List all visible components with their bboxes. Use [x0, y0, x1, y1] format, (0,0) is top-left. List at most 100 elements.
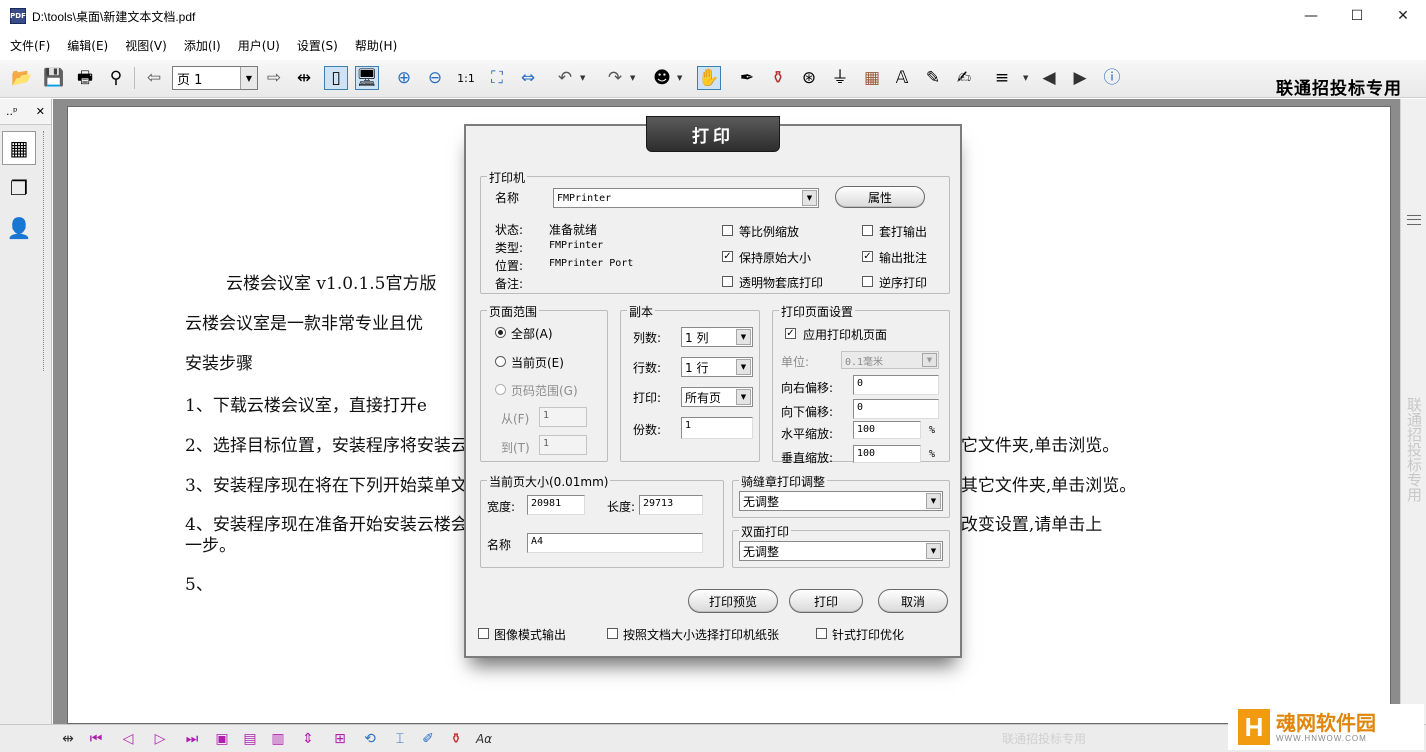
prev-page-icon[interactable]: ◁ [118, 729, 138, 749]
rows-select[interactable]: 1 行 ▼ [681, 357, 753, 377]
last-page-icon[interactable]: ⏭ [182, 729, 202, 749]
width-input[interactable]: 20981 [527, 495, 585, 515]
fit-page-icon[interactable]: ⛶ [485, 66, 509, 90]
menu-lines-icon[interactable]: ≡ [990, 66, 1014, 90]
save-icon[interactable]: 💾 [42, 66, 66, 90]
stamp-icon[interactable]: ⚱ [766, 66, 790, 90]
v-scale-input[interactable]: 100 [853, 445, 921, 463]
pages-icon[interactable]: ❐ [2, 171, 36, 205]
user-dropdown-icon[interactable]: ▼ [677, 74, 685, 82]
saddle-stamp-select[interactable]: 无调整 ▼ [739, 491, 943, 511]
chevron-down-icon[interactable]: ▼ [926, 543, 941, 559]
fit-width-icon[interactable]: ⇹ [292, 66, 316, 90]
transparent-overlay-checkbox[interactable] [722, 276, 733, 287]
image-mode-checkbox[interactable] [478, 628, 489, 639]
chevron-down-icon[interactable]: ▼ [736, 389, 751, 405]
user-face-icon[interactable]: ☻ [650, 66, 674, 90]
undo-icon[interactable]: ↶ [553, 66, 577, 90]
right-offset-input[interactable]: 0 [853, 375, 939, 395]
actual-size-icon[interactable]: 1:1 [454, 66, 478, 90]
print-button[interactable]: 打印 [789, 589, 863, 613]
chevron-down-icon[interactable]: ▼ [736, 359, 751, 375]
minimize-button[interactable]: — [1288, 0, 1334, 32]
hand-tool-icon[interactable]: ✋ [697, 66, 721, 90]
menu-file[interactable]: 文件(F) [10, 37, 50, 54]
back-icon[interactable]: ◀ [1037, 66, 1061, 90]
menu-edit[interactable]: 编辑(E) [67, 37, 108, 54]
current-page-radio[interactable] [495, 356, 506, 367]
chevron-down-icon[interactable]: ▼ [922, 353, 937, 367]
overlay-output-checkbox[interactable] [862, 225, 873, 236]
menu-settings[interactable]: 设置(S) [297, 37, 338, 54]
print-preview-button[interactable]: 打印预览 [688, 589, 778, 613]
fit-width-arrows-icon[interactable]: ⇔ [516, 66, 540, 90]
texture-icon[interactable]: ▦ [860, 66, 884, 90]
screen-view-icon[interactable]: 🖥 [355, 66, 379, 90]
h-scale-input[interactable]: 100 [853, 421, 921, 439]
maximize-button[interactable]: ☐ [1334, 0, 1380, 32]
keep-original-size-checkbox[interactable]: ✓ [722, 251, 733, 262]
down-offset-input[interactable]: 0 [853, 399, 939, 419]
text-select-icon[interactable]: ⌶ [390, 729, 410, 749]
menu-lines-dropdown-icon[interactable]: ▼ [1023, 74, 1031, 82]
properties-button[interactable]: 属性 [835, 186, 925, 208]
redo-dropdown-icon[interactable]: ▼ [630, 74, 638, 82]
next-page-icon[interactable]: ▷ [150, 729, 170, 749]
zoom-out-icon[interactable]: ⊖ [423, 66, 447, 90]
unit-select[interactable]: 0.1毫米 ▼ [841, 351, 939, 369]
menu-user[interactable]: 用户(U) [238, 37, 280, 54]
rotate-icon[interactable]: ⟲ [360, 729, 380, 749]
to-page-input[interactable]: 1 [539, 435, 587, 455]
paper-name-input[interactable]: A4 [527, 533, 703, 553]
columns-select[interactable]: 1 列 ▼ [681, 327, 753, 347]
chevron-down-icon[interactable]: ▼ [240, 67, 257, 89]
next-page-icon[interactable]: ⇨ [262, 66, 286, 90]
scroll-grip-icon[interactable] [1407, 215, 1421, 225]
print-pages-select[interactable]: 所有页 ▼ [681, 387, 753, 407]
thumbnails-icon[interactable]: ▦ [2, 131, 36, 165]
vertical-scrollbar[interactable]: 联通招投标专用 [1400, 99, 1426, 724]
find-binoculars-icon[interactable]: ⚲ [104, 66, 128, 90]
duplex-select[interactable]: 无调整 ▼ [739, 541, 943, 561]
user-icon[interactable]: 👤 [2, 211, 36, 245]
undo-dropdown-icon[interactable]: ▼ [580, 74, 588, 82]
info-icon[interactable]: ⓘ [1100, 66, 1124, 90]
apply-printer-page-checkbox[interactable]: ✓ [785, 328, 796, 339]
split-icon[interactable]: ⇹ [58, 729, 78, 749]
page-number-combo[interactable]: 页 1 ▼ [172, 66, 258, 90]
print-icon[interactable]: 🖶 [73, 66, 97, 90]
multi-page-icon[interactable]: ⊞ [330, 729, 350, 749]
panel-close-icon[interactable]: ✕ [36, 105, 45, 118]
chevron-down-icon[interactable]: ▼ [802, 190, 817, 206]
from-page-input[interactable]: 1 [539, 407, 587, 427]
printer-select[interactable]: FMPrinter ▼ [553, 188, 819, 208]
menu-add[interactable]: 添加(I) [184, 37, 221, 54]
copies-count-input[interactable]: 1 [681, 417, 753, 439]
font-icon[interactable]: Aα [474, 729, 494, 749]
panel-splitter[interactable] [43, 131, 45, 371]
stamp-small-icon[interactable]: ⚱ [446, 729, 466, 749]
dot-matrix-optimize-checkbox[interactable] [816, 628, 827, 639]
forward-icon[interactable]: ▶ [1068, 66, 1092, 90]
signature-pen-icon[interactable]: ✒ [735, 66, 759, 90]
seal-icon[interactable]: ⊛ [797, 66, 821, 90]
menu-help[interactable]: 帮助(H) [355, 37, 397, 54]
close-button[interactable]: ✕ [1380, 0, 1426, 32]
paper-by-doc-size-checkbox[interactable] [607, 628, 618, 639]
fit-height-icon[interactable]: ⇕ [298, 729, 318, 749]
previous-page-icon[interactable]: ⇦ [142, 66, 166, 90]
reverse-print-checkbox[interactable] [862, 276, 873, 287]
zoom-in-icon[interactable]: ⊕ [392, 66, 416, 90]
chevron-down-icon[interactable]: ▼ [736, 329, 751, 345]
pen-icon[interactable]: ✐ [418, 729, 438, 749]
page-icon-2[interactable]: ▤ [240, 729, 260, 749]
pin-icon[interactable]: ..ᵖ [6, 105, 18, 118]
page-icon-3[interactable]: ▥ [268, 729, 288, 749]
proportional-scale-checkbox[interactable] [722, 225, 733, 236]
page-icon-1[interactable]: ▣ [212, 729, 232, 749]
stamp-tool-icon[interactable]: ⏚ [828, 66, 852, 90]
text-box-icon[interactable]: 𝔸 [890, 66, 914, 90]
single-page-view-icon[interactable]: ▯ [324, 66, 348, 90]
draw-icon[interactable]: ✎ [921, 66, 945, 90]
open-folder-icon[interactable]: 📂 [10, 66, 34, 90]
